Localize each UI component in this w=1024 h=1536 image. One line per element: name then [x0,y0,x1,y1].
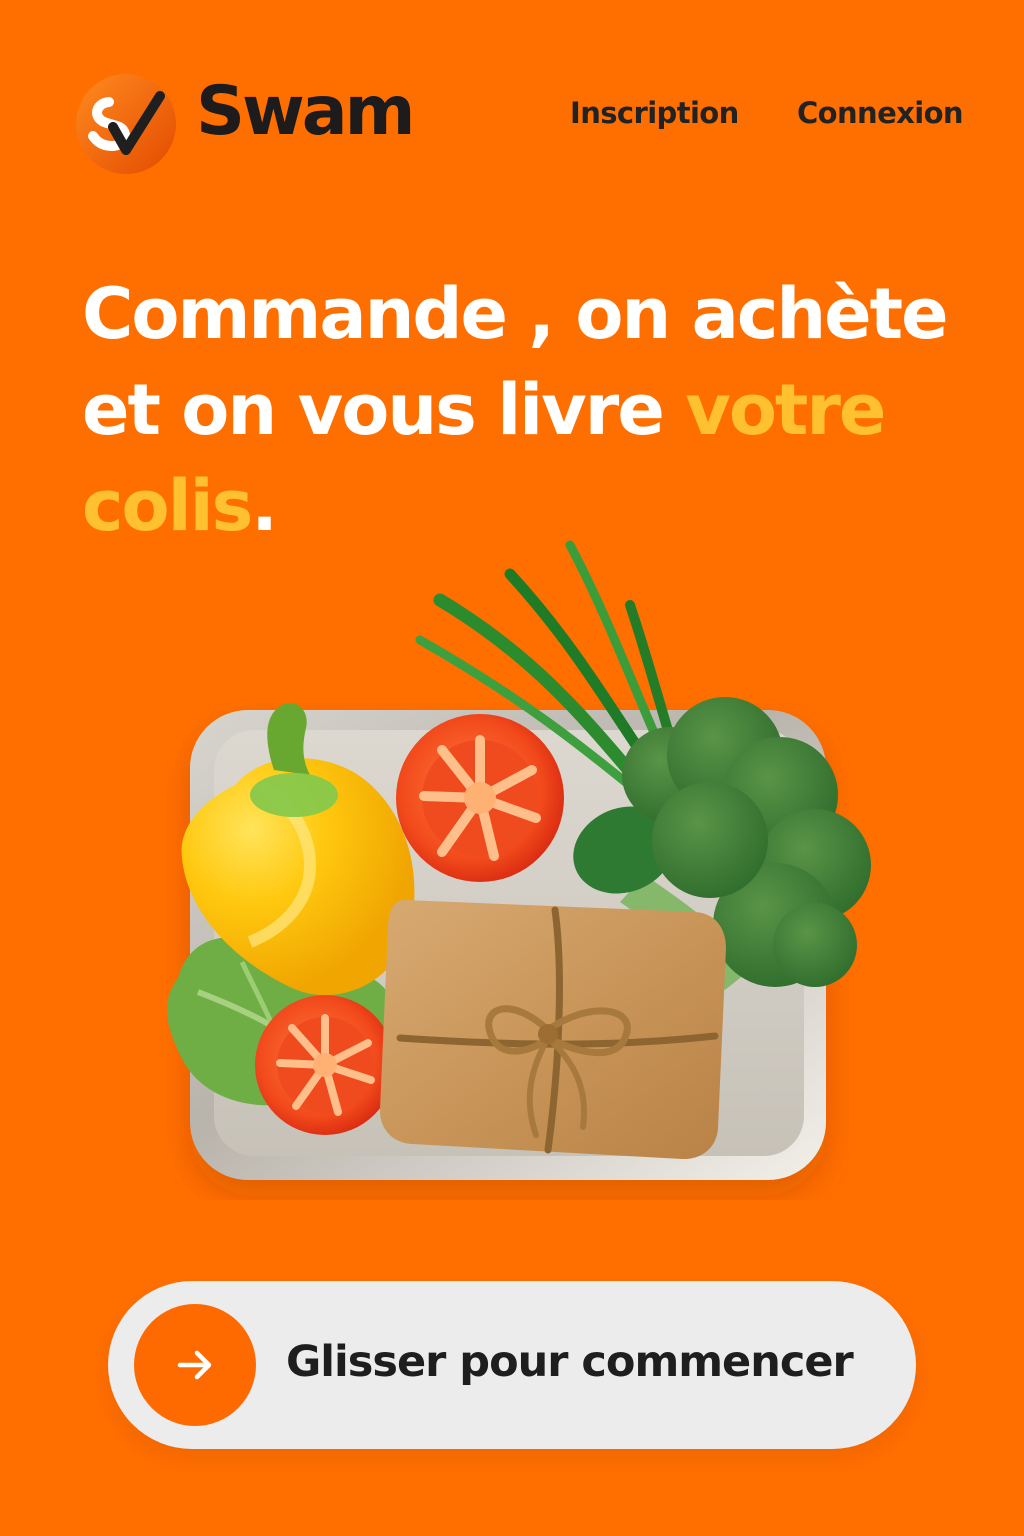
slider-knob[interactable] [134,1304,256,1426]
nav-signup-link[interactable]: Inscription [570,96,739,130]
brand-name: Swam [196,72,416,151]
headline-period: . [251,465,278,547]
swipe-to-start-button[interactable]: Glisser pour commencer [108,1281,916,1449]
package-shape [379,900,726,1160]
arrow-right-icon [177,1350,212,1380]
swipe-to-start-label: Glisser pour commencer [286,1337,854,1387]
swam-logo-icon[interactable] [74,72,178,176]
nav-login-link[interactable]: Connexion [797,96,964,130]
grocery-tray-illustration [150,540,910,1200]
top-header: Swam Inscription Connexion [0,0,1024,200]
hero-headline: Commande , on achète et on vous livre vo… [82,266,972,554]
tomato-bottom [255,995,395,1135]
tomato-top [396,714,564,882]
